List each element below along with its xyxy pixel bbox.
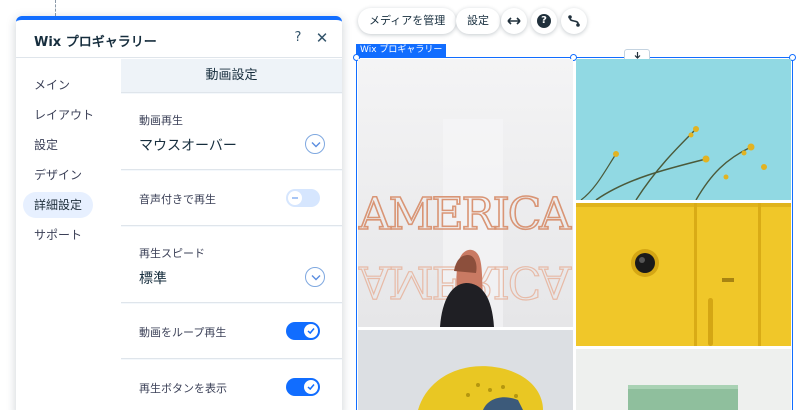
stretch-button[interactable] xyxy=(501,8,527,34)
loop-video-row: 動画をループ再生 xyxy=(121,304,342,359)
play-with-sound-toggle[interactable] xyxy=(286,189,320,207)
nav-item-support[interactable]: サポート xyxy=(23,222,93,248)
yellow-door-photo xyxy=(576,203,791,346)
gallery-item-neon[interactable]: AMERICA AMERICA xyxy=(358,59,573,327)
gallery-item-chair[interactable] xyxy=(358,330,573,410)
video-playback-row: 動画再生 マウスオーバー xyxy=(121,94,342,170)
gallery-tag: Wix プロギャラリー xyxy=(356,44,447,57)
play-with-sound-label: 音声付きで再生 xyxy=(139,193,216,206)
check-icon xyxy=(307,384,315,391)
green-object-photo xyxy=(576,349,791,410)
neon-text: AMERICA xyxy=(358,189,572,240)
gallery-item-door[interactable] xyxy=(576,203,791,346)
nav-item-advanced[interactable]: 詳細設定 xyxy=(23,192,94,218)
panel-title: Wix プロギャラリー xyxy=(34,35,157,50)
gallery-item-green[interactable] xyxy=(576,349,791,410)
manage-media-button[interactable]: メディアを管理 xyxy=(358,8,457,34)
neon-sign-photo: AMERICA AMERICA xyxy=(358,59,573,327)
settings-panel: Wix プロギャラリー ? ✕ メイン レイアウト 設定 デザイン 詳細設定 サ… xyxy=(16,16,342,410)
chevron-down-icon xyxy=(311,142,321,148)
video-playback-dropdown[interactable] xyxy=(305,134,325,154)
check-icon xyxy=(307,328,315,335)
loop-video-toggle[interactable] xyxy=(286,322,320,340)
video-playback-value[interactable]: マウスオーバー xyxy=(139,135,237,155)
guide-line xyxy=(55,0,56,16)
loop-video-label: 動画をループ再生 xyxy=(139,326,227,339)
video-playback-label: 動画再生 xyxy=(139,114,183,127)
show-play-button-toggle[interactable] xyxy=(286,378,320,396)
nav-item-main[interactable]: メイン xyxy=(23,72,81,98)
help-icon[interactable]: ? xyxy=(290,30,306,46)
play-with-sound-row: 音声付きで再生 xyxy=(121,171,342,226)
sky-flowers-photo xyxy=(576,59,791,200)
show-play-button-label: 再生ボタンを表示 xyxy=(139,382,227,395)
playback-speed-row: 再生スピード 標準 xyxy=(121,227,342,303)
section-title: 動画設定 xyxy=(121,59,342,93)
nav-item-design[interactable]: デザイン xyxy=(23,162,93,188)
animation-icon xyxy=(568,15,580,27)
settings-button[interactable]: 設定 xyxy=(456,8,500,34)
side-nav: メイン レイアウト 設定 デザイン 詳細設定 サポート xyxy=(16,59,121,410)
panel-header: Wix プロギャラリー ? ✕ xyxy=(16,20,342,58)
close-icon[interactable]: ✕ xyxy=(314,30,330,46)
show-play-button-row: 再生ボタンを表示 xyxy=(121,360,342,410)
toggle-knob xyxy=(288,191,302,205)
nav-item-settings[interactable]: 設定 xyxy=(23,132,69,158)
toggle-knob xyxy=(304,380,318,394)
settings-content: 動画設定 動画再生 マウスオーバー 音声付きで再生 再生スピード 標準 動画をル… xyxy=(121,59,342,410)
help-icon: ? xyxy=(537,14,551,28)
playback-speed-value[interactable]: 標準 xyxy=(139,268,167,288)
stretch-arrows-icon xyxy=(507,17,521,25)
playback-speed-dropdown[interactable] xyxy=(305,267,325,287)
help-button[interactable]: ? xyxy=(531,8,557,34)
toggle-knob xyxy=(304,324,318,338)
chevron-down-icon xyxy=(311,275,321,281)
nav-item-layout[interactable]: レイアウト xyxy=(23,102,105,128)
yellow-chair-photo xyxy=(358,330,573,410)
animation-button[interactable] xyxy=(561,8,587,34)
playback-speed-label: 再生スピード xyxy=(139,247,205,260)
gallery-item-sky[interactable] xyxy=(576,59,791,200)
